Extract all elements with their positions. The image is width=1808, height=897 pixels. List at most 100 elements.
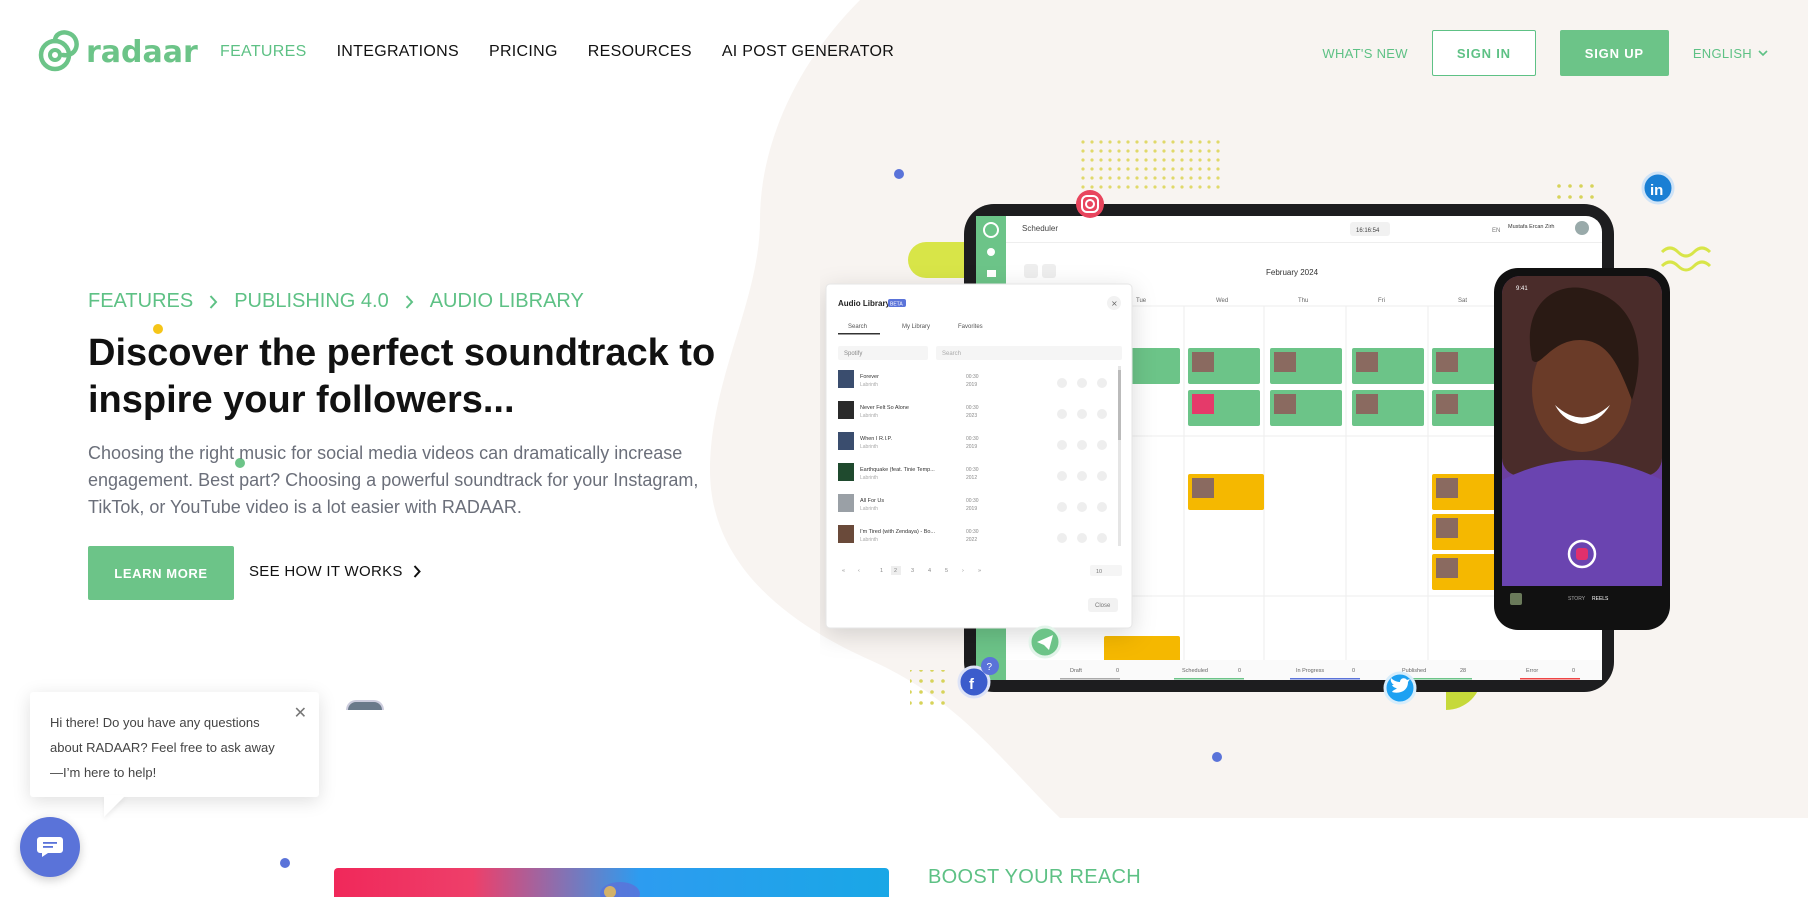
reels-tab[interactable]: REELS [1592,596,1609,602]
svg-text:0: 0 [1352,668,1355,674]
instagram-icon [1076,190,1104,218]
linkedin-icon: in [1641,171,1675,205]
svg-text:Labrinth: Labrinth [860,475,878,481]
breadcrumb-publishing[interactable]: PUBLISHING 4.0 [234,290,389,313]
svg-text:Labrinth: Labrinth [860,537,878,543]
chevron-right-icon [405,294,414,309]
chat-launcher-button[interactable] [20,817,80,877]
svg-text:28: 28 [1460,668,1466,674]
sign-in-button[interactable]: SIGN IN [1431,30,1536,76]
svg-text:0: 0 [1238,668,1241,674]
cloud-icon [600,882,640,897]
status-error[interactable]: Error [1526,668,1538,674]
svg-text:3: 3 [911,568,914,574]
svg-text:«: « [842,568,845,574]
avatar [346,700,384,710]
svg-text:2: 2 [894,568,897,574]
svg-text:00:30: 00:30 [966,436,979,442]
see-how-label: SEE HOW IT WORKS [249,563,403,580]
svg-text:2022: 2022 [966,537,977,543]
chat-popup-tail [104,795,126,817]
svg-text:10: 10 [1096,569,1102,575]
site-header: radaar FEATURES INTEGRATIONS PRICING RES… [0,0,1808,105]
beta-badge: BETA [890,302,903,308]
chat-icon [37,837,63,857]
help-icon[interactable]: ? [981,657,999,675]
language-selector[interactable]: ENGLISH [1693,46,1768,61]
nav-pricing[interactable]: PRICING [489,43,558,61]
nav-integrations[interactable]: INTEGRATIONS [337,43,459,61]
prev-month-button[interactable] [1024,264,1038,278]
status-scheduled[interactable]: Scheduled [1182,668,1208,674]
day-header: Wed [1216,298,1228,304]
chevron-right-icon [413,565,421,578]
chevron-down-icon [1758,49,1768,56]
nav-resources[interactable]: RESOURCES [588,43,692,61]
product-mockup: Scheduler 16:16:54 EN Mustafa Ercan Zirh… [825,140,1712,710]
header-actions: WHAT'S NEW SIGN IN SIGN UP ENGLISH [1322,30,1768,76]
tab-favorites[interactable]: Favorites [958,324,983,330]
svg-text:2012: 2012 [966,475,977,481]
decor-dots [1550,180,1594,202]
svg-text:›: › [962,568,964,574]
status-draft[interactable]: Draft [1070,668,1082,674]
radaar-logo-icon [38,30,79,72]
app-title: Scheduler [1022,224,1058,233]
page-size-select[interactable] [1090,565,1122,576]
day-header: Fri [1378,298,1385,304]
day-header: Tue [1136,298,1147,304]
close-icon[interactable]: ✕ [294,706,307,722]
svg-text:Never Felt So Alone: Never Felt So Alone [860,405,909,411]
day-header: Thu [1298,298,1308,304]
status-in-progress[interactable]: In Progress [1296,668,1324,674]
sign-up-button[interactable]: SIGN UP [1559,30,1669,76]
day-header: Sat [1458,298,1467,304]
breadcrumb-audio-library[interactable]: AUDIO LIBRARY [430,290,584,313]
telegram-icon [1028,625,1062,659]
svg-text:00:30: 00:30 [966,467,979,473]
folder-icon [987,270,996,277]
svg-text:»: » [978,568,981,574]
nav-features[interactable]: FEATURES [220,43,307,61]
tab-my-library[interactable]: My Library [902,324,930,330]
decor-dots [1080,140,1220,192]
twitter-icon [1383,671,1417,705]
breadcrumb-features[interactable]: FEATURES [88,290,193,313]
tab-search[interactable]: Search [848,324,867,330]
decor-dots [910,670,950,710]
logo-wordmark: radaar [86,34,198,70]
hero-description: Choosing the right music for social medi… [88,443,699,517]
svg-text:Labrinth: Labrinth [860,413,878,419]
story-tab[interactable]: STORY [1568,596,1586,602]
svg-text:2019: 2019 [966,382,977,388]
svg-text:Earthquake (feat. Tinie Temp..: Earthquake (feat. Tinie Temp... [860,467,935,473]
language-label: ENGLISH [1692,45,1752,61]
svg-text:in: in [1650,182,1663,199]
lang-code: EN [1492,228,1500,234]
chat-popup: Hi there! Do you have any questions abou… [30,692,319,797]
radaar-logo[interactable]: radaar [38,30,198,74]
svg-text:00:30: 00:30 [966,498,979,504]
svg-text:2023: 2023 [966,413,977,419]
learn-more-button[interactable]: LEARN MORE [88,546,234,600]
nav-ai-post-generator[interactable]: AI POST GENERATOR [722,43,894,61]
svg-text:When I R.I.P.: When I R.I.P. [860,436,892,442]
month-label: February 2024 [1266,268,1319,277]
svg-text:?: ? [987,662,993,673]
sidebar-icon [987,248,995,256]
svg-text:2019: 2019 [966,444,977,450]
user-avatar [1575,221,1589,235]
whats-new-link[interactable]: WHAT'S NEW [1322,46,1407,61]
svg-text:2019: 2019 [966,506,977,512]
see-how-it-works-link[interactable]: SEE HOW IT WORKS [249,563,421,580]
feature-video-thumbnail[interactable] [334,868,889,897]
decor-squiggle [1660,246,1712,258]
next-month-button[interactable] [1042,264,1056,278]
audio-library-title: Audio Library [838,299,891,308]
svg-text:Labrinth: Labrinth [860,382,878,388]
track-search-placeholder: Search [942,351,961,357]
svg-text:All For Us: All For Us [860,498,884,504]
track-search-input[interactable] [936,346,1122,360]
svg-text:Close: Close [1095,603,1111,609]
page-title: Discover the perfect soundtrack to inspi… [88,332,716,421]
